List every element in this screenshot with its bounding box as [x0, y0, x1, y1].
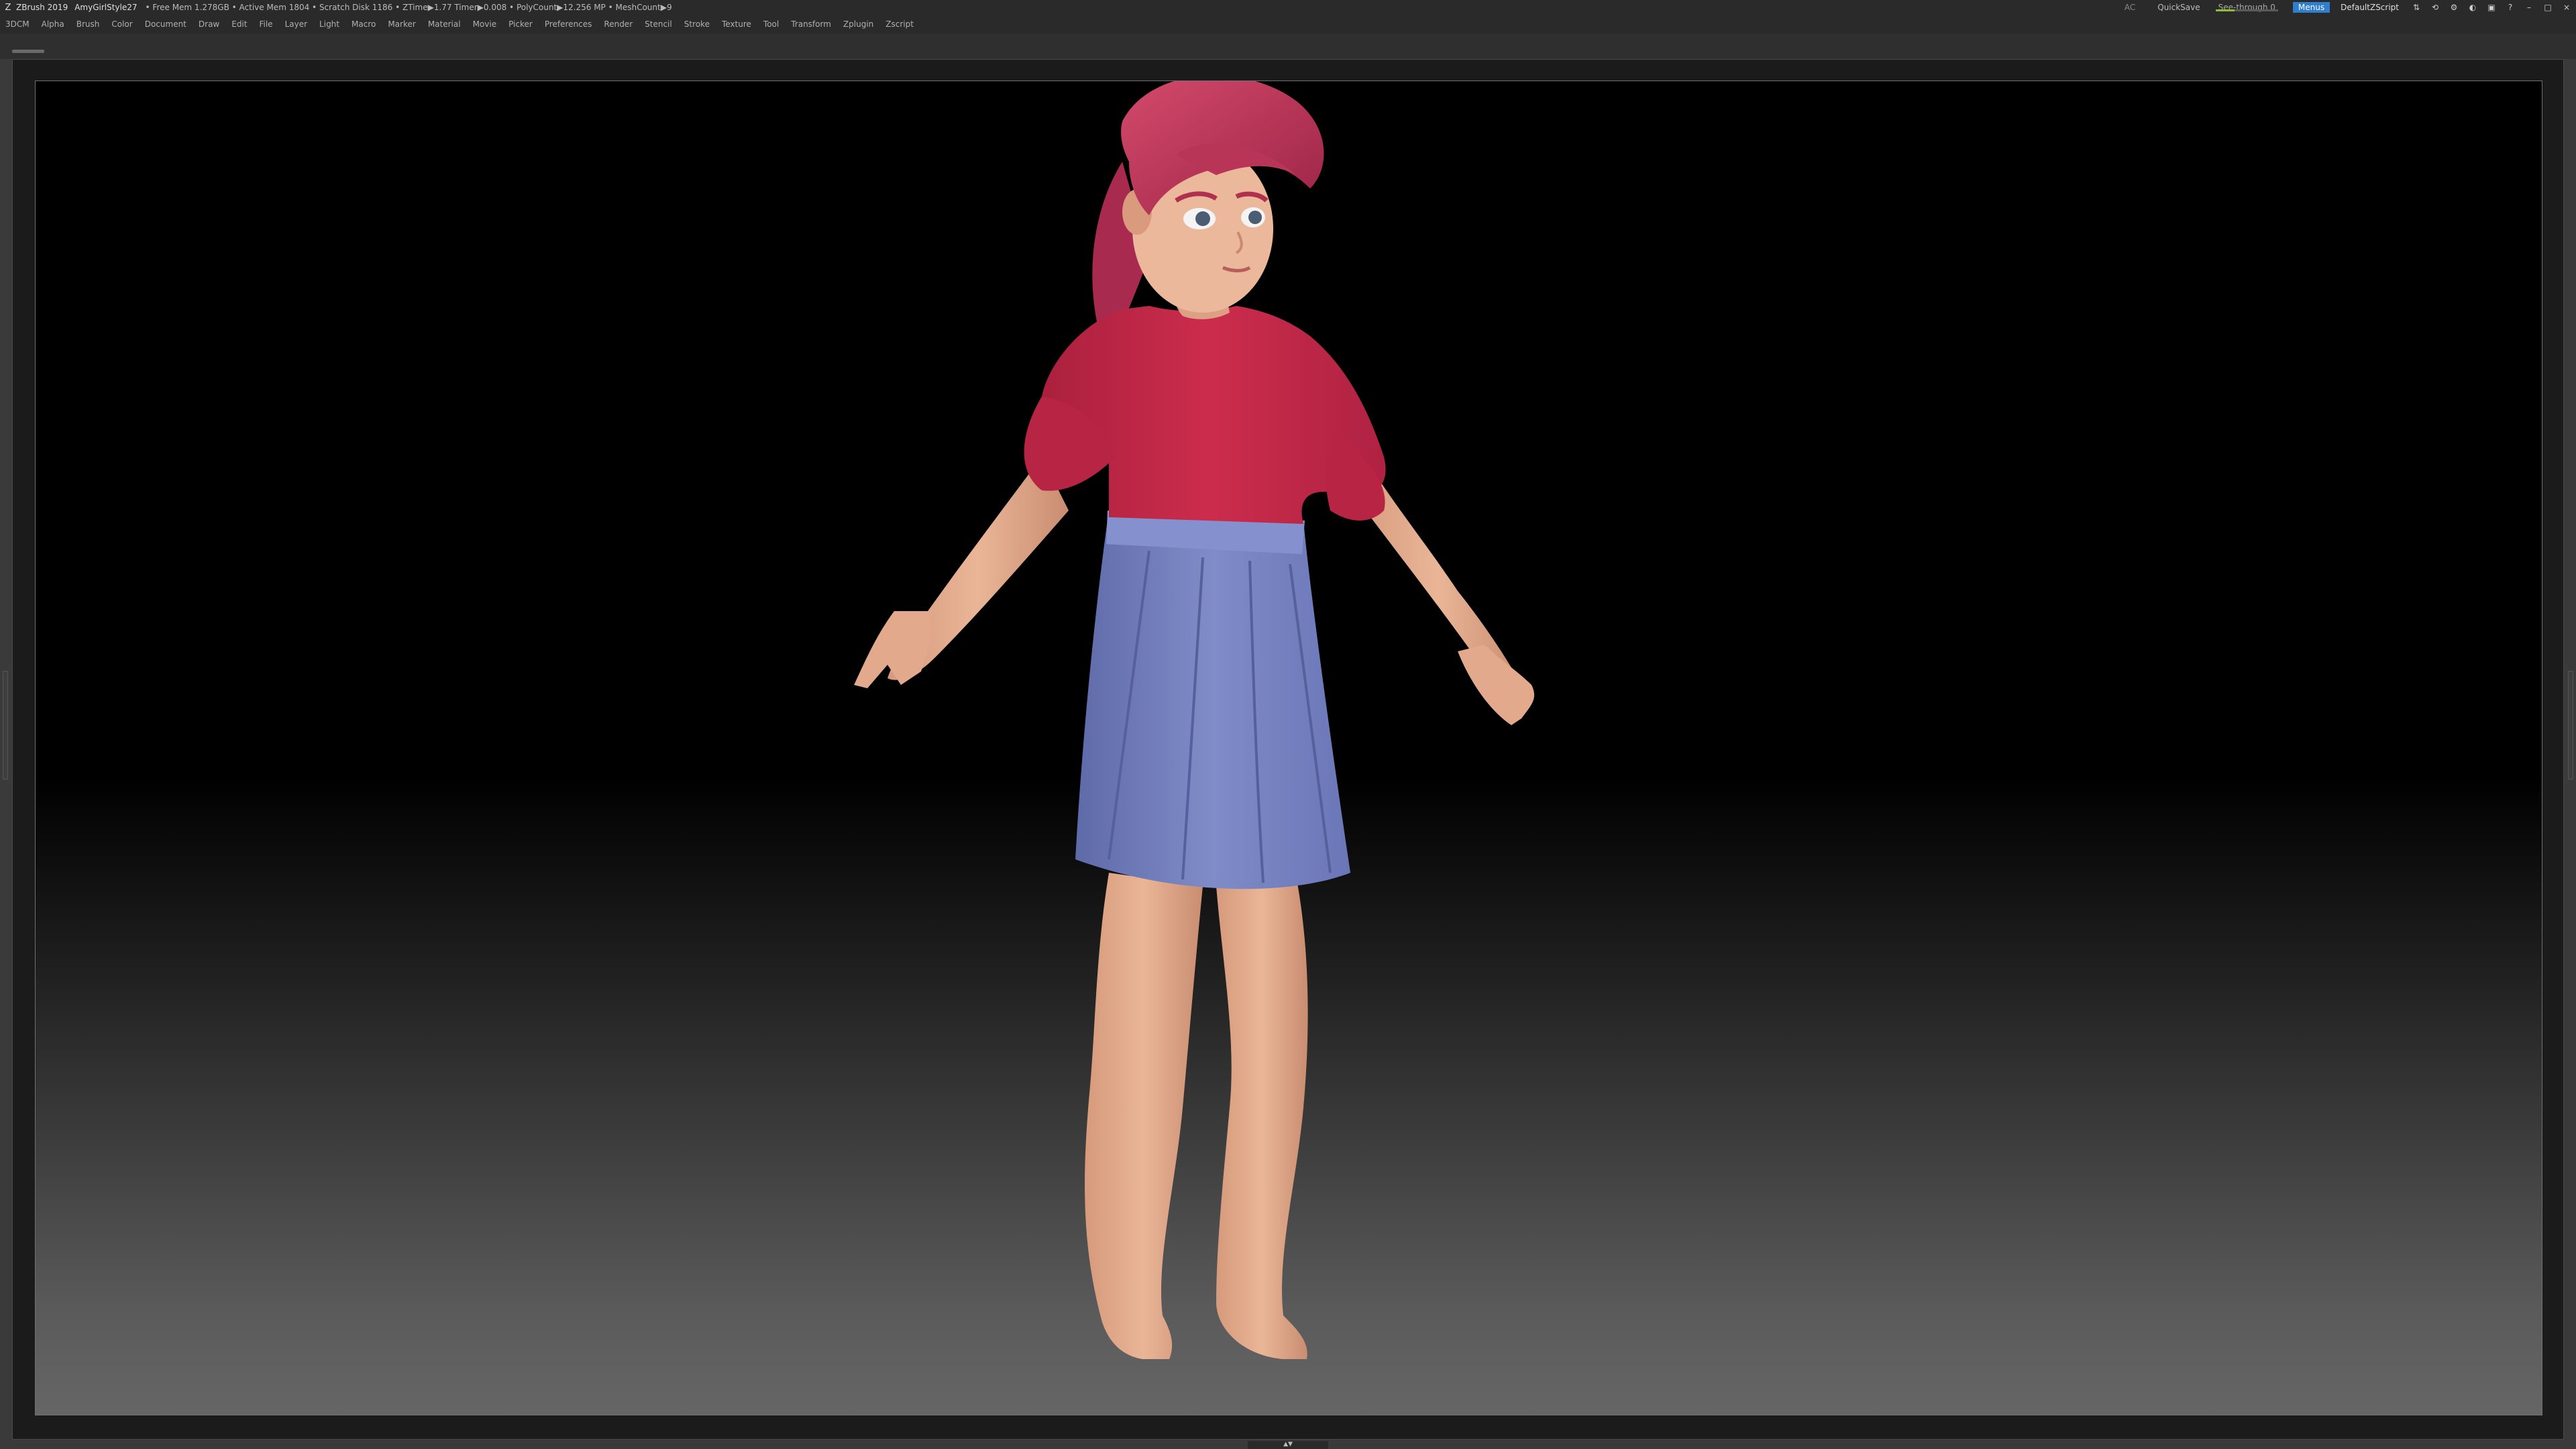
- minimize-icon[interactable]: –: [2522, 3, 2536, 12]
- app-name: ZBrush 2019: [16, 3, 68, 12]
- memory-stats: • Free Mem 1.278GB • Active Mem 1804 • S…: [145, 3, 672, 12]
- see-through-slider[interactable]: See-through 0: [2215, 3, 2278, 12]
- menu-marker[interactable]: Marker: [388, 19, 415, 29]
- ui-swap-icon[interactable]: ⟲: [2428, 3, 2443, 12]
- menu-light[interactable]: Light: [319, 19, 339, 29]
- document-name: AmyGirlStyle27: [74, 3, 138, 12]
- document-viewport[interactable]: [35, 80, 2542, 1415]
- see-through-fill: [2215, 9, 2235, 11]
- character-model: [854, 81, 1535, 1359]
- palette-icon[interactable]: ⚙: [2447, 3, 2461, 12]
- help-icon[interactable]: ?: [2503, 3, 2518, 12]
- menu-tool[interactable]: Tool: [763, 19, 779, 29]
- menu-stencil[interactable]: Stencil: [645, 19, 672, 29]
- skirt: [1075, 511, 1350, 890]
- right-tray-handle[interactable]: [2568, 671, 2573, 780]
- title-bar: Z ZBrush 2019 AmyGirlStyle27 • Free Mem …: [0, 0, 2576, 15]
- menu-movie[interactable]: Movie: [473, 19, 497, 29]
- menu-transform[interactable]: Transform: [791, 19, 831, 29]
- menu-zplugin[interactable]: Zplugin: [843, 19, 873, 29]
- menu-file[interactable]: File: [259, 19, 272, 29]
- default-zscript-button[interactable]: DefaultZScript: [2341, 3, 2399, 12]
- menu-alpha[interactable]: Alpha: [42, 19, 64, 29]
- light-icon[interactable]: ◐: [2465, 3, 2480, 12]
- menu-brush[interactable]: Brush: [76, 19, 100, 29]
- menu-3dcm[interactable]: 3DCM: [5, 19, 30, 29]
- quicksave-button[interactable]: QuickSave: [2157, 3, 2200, 12]
- menu-material[interactable]: Material: [428, 19, 461, 29]
- maximize-icon[interactable]: □: [2540, 3, 2555, 12]
- right-iris: [1248, 211, 1262, 224]
- bottom-tray-handle[interactable]: ▲▼: [1248, 1441, 1328, 1449]
- titlebar-right-controls: AC QuickSave See-through 0 Menus Default…: [2125, 0, 2576, 15]
- menu-picker[interactable]: Picker: [508, 19, 533, 29]
- lock-icon[interactable]: ▣: [2484, 3, 2499, 12]
- left-tray-handle[interactable]: [3, 671, 8, 780]
- menu-render[interactable]: Render: [604, 19, 633, 29]
- menu-bar: 3DCM Alpha Brush Color Document Draw Edi…: [0, 15, 2576, 34]
- ac-toggle[interactable]: AC: [2125, 3, 2135, 12]
- right-hand: [1458, 645, 1535, 725]
- menus-button[interactable]: Menus: [2292, 2, 2330, 13]
- menu-macro[interactable]: Macro: [352, 19, 376, 29]
- menu-draw[interactable]: Draw: [199, 19, 219, 29]
- menu-stroke[interactable]: Stroke: [684, 19, 710, 29]
- menu-preferences[interactable]: Preferences: [545, 19, 592, 29]
- menu-color[interactable]: Color: [111, 19, 132, 29]
- menu-layer[interactable]: Layer: [285, 19, 307, 29]
- shelf-drag-handle[interactable]: [12, 50, 44, 53]
- menu-zscript[interactable]: Zscript: [885, 19, 914, 29]
- top-shelf: [0, 34, 2576, 59]
- close-icon[interactable]: ×: [2559, 3, 2574, 12]
- layout-icon[interactable]: ⇅: [2409, 3, 2424, 12]
- menu-document[interactable]: Document: [145, 19, 186, 29]
- menu-texture[interactable]: Texture: [722, 19, 751, 29]
- right-leg: [1216, 879, 1308, 1359]
- zbrush-logo-icon: Z: [5, 2, 11, 13]
- left-leg: [1085, 873, 1203, 1359]
- left-iris: [1195, 211, 1210, 226]
- menu-edit[interactable]: Edit: [231, 19, 247, 29]
